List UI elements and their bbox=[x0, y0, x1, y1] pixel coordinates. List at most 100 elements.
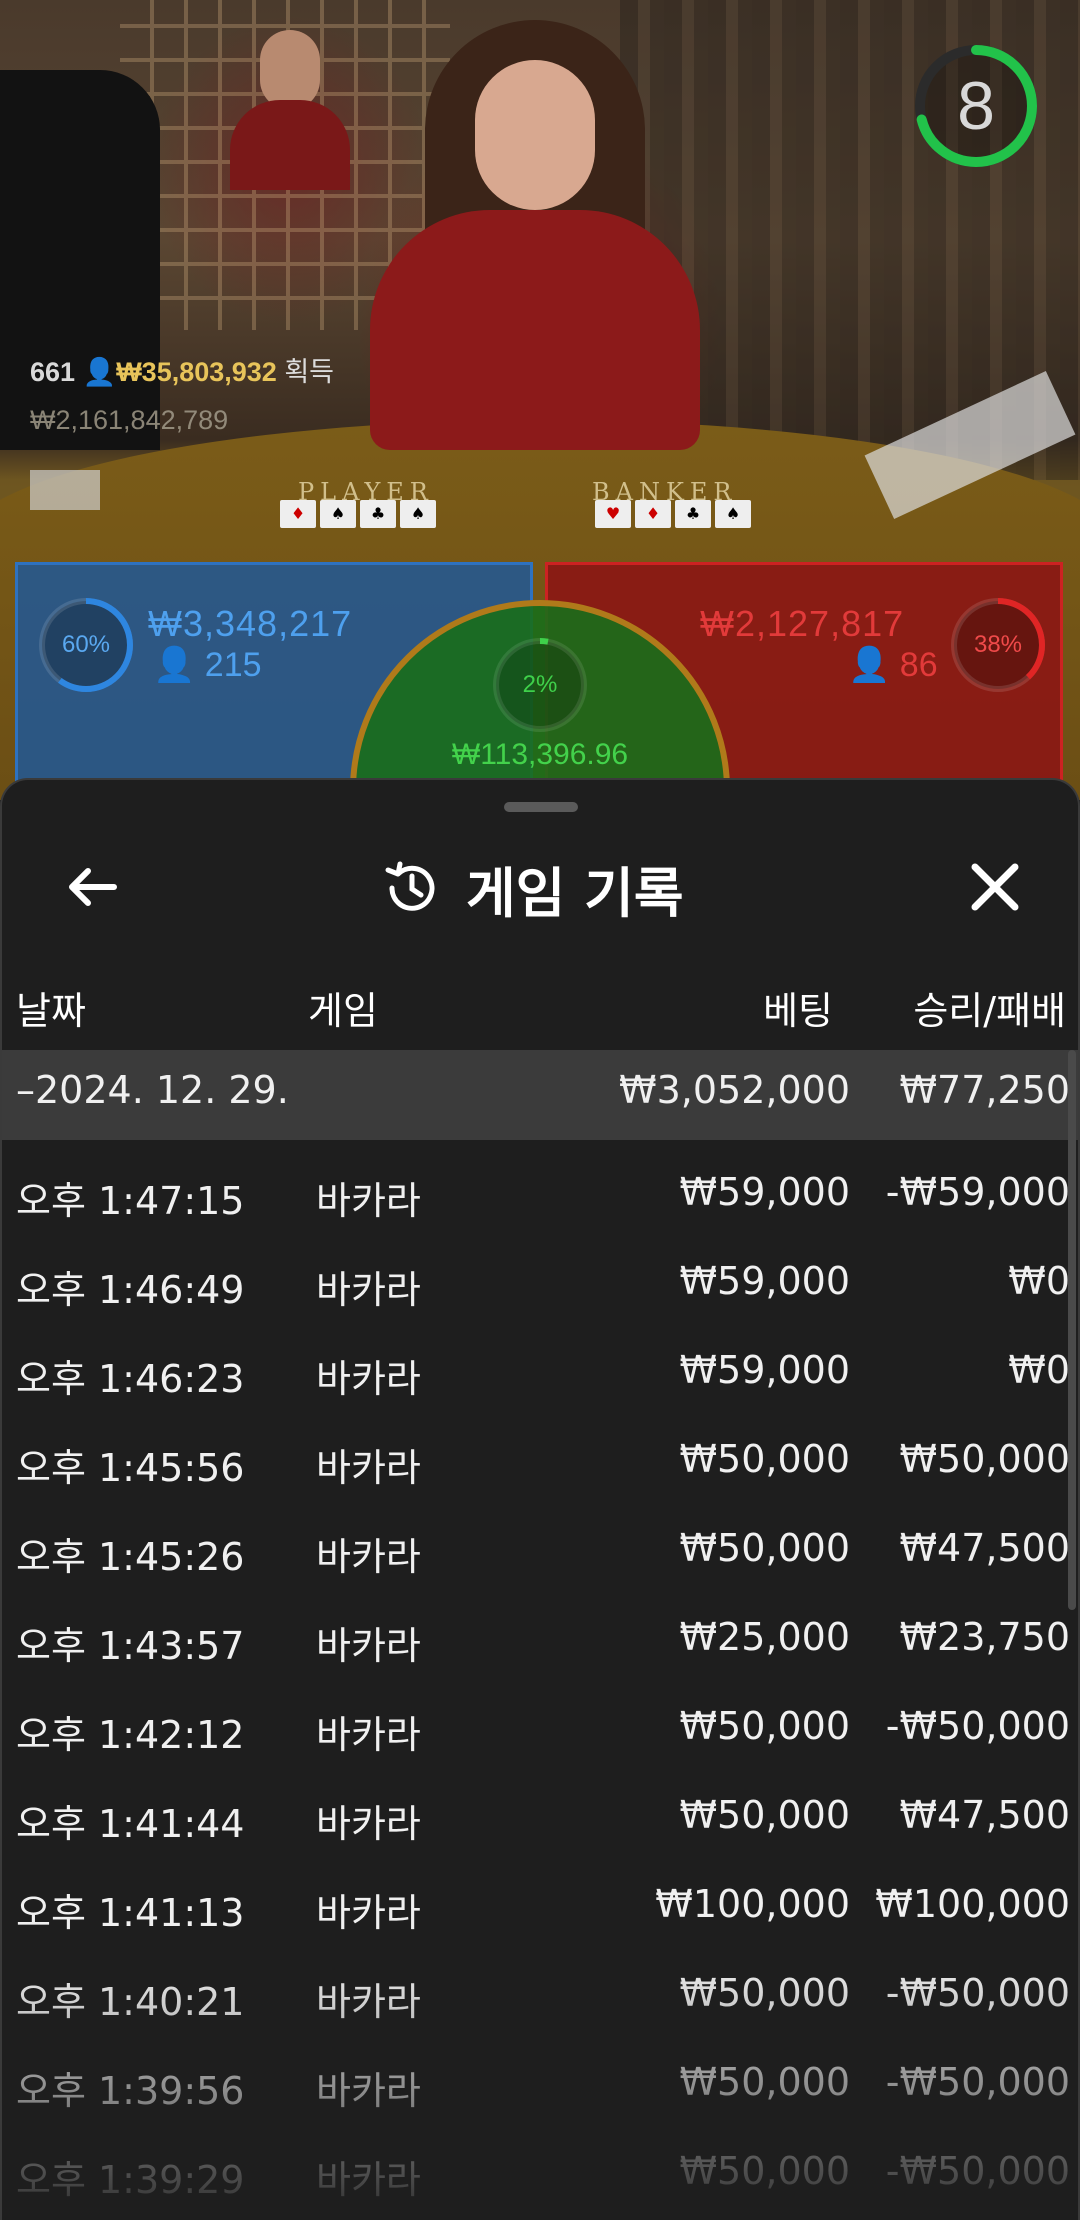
row-result: ₩0 bbox=[1008, 1259, 1070, 1303]
table-row[interactable]: 오후 1:46:23 바카라 ₩59,000 ₩0 bbox=[2, 1328, 1078, 1417]
banker-percent: 38% bbox=[973, 631, 1023, 658]
row-bet: ₩59,000 bbox=[679, 1348, 850, 1392]
playing-card: ♦ bbox=[280, 500, 316, 528]
row-result: -₩50,000 bbox=[885, 2149, 1070, 2193]
sheet-header: 게임 기록 bbox=[382, 848, 684, 928]
player-bettor-count: 👤 215 bbox=[153, 646, 262, 684]
row-time: 오후 1:46:23 bbox=[16, 1357, 245, 1401]
row-time: 오후 1:45:56 bbox=[16, 1446, 245, 1490]
scrollbar[interactable] bbox=[1068, 1050, 1076, 1610]
playing-card: ♣ bbox=[675, 500, 711, 528]
row-time: 오후 1:45:26 bbox=[16, 1535, 245, 1579]
table-row[interactable]: 오후 1:41:44 바카라 ₩50,000 ₩47,500 bbox=[2, 1773, 1078, 1862]
winners-count: 661 bbox=[30, 357, 76, 387]
table-row[interactable]: 오후 1:39:56 바카라 ₩50,000 -₩50,000 bbox=[2, 2040, 1078, 2129]
row-time: 오후 1:41:44 bbox=[16, 1802, 245, 1846]
row-game: 바카라 bbox=[316, 1179, 421, 1223]
player-bet-total: ₩3,348,217 bbox=[148, 603, 353, 644]
row-time: 오후 1:42:12 bbox=[16, 1713, 245, 1757]
row-result: -₩50,000 bbox=[885, 1704, 1070, 1748]
row-time: 오후 1:41:13 bbox=[16, 1891, 245, 1935]
row-game: 바카라 bbox=[316, 1624, 421, 1668]
row-bet: ₩50,000 bbox=[679, 1704, 850, 1748]
row-result: ₩0 bbox=[1008, 1348, 1070, 1392]
background-dealer bbox=[230, 30, 350, 190]
arrow-left-icon bbox=[69, 868, 117, 906]
person-icon: 👤 bbox=[82, 357, 117, 387]
banker-bettor-count: 👤 86 bbox=[848, 646, 938, 684]
row-result: -₩50,000 bbox=[885, 2060, 1070, 2104]
date-group-row[interactable]: –2024. 12. 29. ₩3,052,000 ₩77,250 bbox=[2, 1050, 1078, 1140]
tie-percent: 2% bbox=[522, 671, 558, 698]
row-bet: ₩25,000 bbox=[679, 1615, 850, 1659]
row-time: 오후 1:43:57 bbox=[16, 1624, 245, 1668]
table-row[interactable]: 오후 1:45:56 바카라 ₩50,000 ₩50,000 bbox=[2, 1417, 1078, 1506]
row-time: 오후 1:39:29 bbox=[16, 2158, 245, 2202]
row-bet: ₩50,000 bbox=[679, 2149, 850, 2193]
column-header-date: 날짜 bbox=[16, 989, 86, 1033]
row-bet: ₩100,000 bbox=[655, 1882, 850, 1926]
playing-card: ♣ bbox=[360, 500, 396, 528]
table-row[interactable]: 오후 1:41:13 바카라 ₩100,000 ₩100,000 bbox=[2, 1862, 1078, 1951]
person-icon: 👤 bbox=[848, 646, 891, 684]
row-bet: ₩50,000 bbox=[679, 1971, 850, 2015]
group-bet-total: ₩3,052,000 bbox=[619, 1068, 850, 1112]
winners-amount: ₩35,803,932 bbox=[116, 357, 277, 387]
row-time: 오후 1:47:15 bbox=[16, 1179, 245, 1223]
row-game: 바카라 bbox=[316, 1713, 421, 1757]
row-game: 바카라 bbox=[316, 1268, 421, 1312]
table-row[interactable]: 오후 1:39:29 바카라 ₩50,000 -₩50,000 bbox=[2, 2129, 1078, 2218]
player-cards: ♦ ♠ ♣ ♠ bbox=[280, 500, 436, 530]
row-time: 오후 1:46:49 bbox=[16, 1268, 245, 1312]
group-date: –2024. 12. 29. bbox=[16, 1068, 289, 1112]
row-result: ₩47,500 bbox=[899, 1793, 1070, 1837]
row-game: 바카라 bbox=[316, 2158, 421, 2202]
close-button[interactable] bbox=[960, 852, 1030, 922]
winners-summary: 661 👤₩35,803,932 획득 bbox=[30, 350, 334, 389]
row-result: ₩23,750 bbox=[899, 1615, 1070, 1659]
table-row[interactable]: 오후 1:46:49 바카라 ₩59,000 ₩0 bbox=[2, 1239, 1078, 1328]
playing-card: ♦ bbox=[635, 500, 671, 528]
playing-card: ♠ bbox=[320, 500, 356, 528]
column-header-result: 승리/패배 bbox=[913, 989, 1066, 1033]
row-game: 바카라 bbox=[316, 1891, 421, 1935]
row-bet: ₩50,000 bbox=[679, 1793, 850, 1837]
banker-bet-total: ₩2,127,817 bbox=[700, 603, 905, 644]
table-row[interactable]: 오후 1:40:21 바카라 ₩50,000 -₩50,000 bbox=[2, 1951, 1078, 2040]
row-bet: ₩50,000 bbox=[679, 1437, 850, 1481]
sheet-title: 게임 기록 bbox=[466, 861, 684, 925]
dealer bbox=[370, 20, 700, 450]
game-history-sheet: 게임 기록 날짜 게임 베팅 승리/패배 –2024. 12. 29. ₩3,0… bbox=[0, 778, 1080, 2220]
player-percent: 60% bbox=[61, 631, 111, 658]
table-row[interactable]: 오후 1:47:15 바카라 ₩59,000 -₩59,000 bbox=[2, 1150, 1078, 1239]
row-game: 바카라 bbox=[316, 2069, 421, 2113]
total-bet-amount: ₩2,161,842,789 bbox=[30, 405, 229, 435]
row-bet: ₩59,000 bbox=[679, 1170, 850, 1214]
group-result-total: ₩77,250 bbox=[899, 1068, 1070, 1112]
table-row[interactable]: 오후 1:42:12 바카라 ₩50,000 -₩50,000 bbox=[2, 1684, 1078, 1773]
table-row[interactable]: 오후 1:43:57 바카라 ₩25,000 ₩23,750 bbox=[2, 1595, 1078, 1684]
row-game: 바카라 bbox=[316, 1357, 421, 1401]
row-bet: ₩59,000 bbox=[679, 1259, 850, 1303]
person-icon: 👤 bbox=[153, 646, 196, 684]
winners-suffix: 획득 bbox=[284, 357, 335, 387]
row-game: 바카라 bbox=[316, 1802, 421, 1846]
row-game: 바카라 bbox=[316, 1446, 421, 1490]
row-game: 바카라 bbox=[316, 1535, 421, 1579]
row-bet: ₩50,000 bbox=[679, 1526, 850, 1570]
back-button[interactable] bbox=[57, 852, 127, 922]
playing-card: ♠ bbox=[400, 500, 436, 528]
history-icon bbox=[385, 861, 435, 911]
row-bet: ₩50,000 bbox=[679, 2060, 850, 2104]
sheet-drag-handle[interactable] bbox=[504, 802, 578, 812]
banker-cards: ♥ ♦ ♣ ♠ bbox=[595, 500, 751, 530]
table-row[interactable]: 오후 1:45:26 바카라 ₩50,000 ₩47,500 bbox=[2, 1506, 1078, 1595]
row-time: 오후 1:39:56 bbox=[16, 2069, 245, 2113]
row-result: ₩50,000 bbox=[899, 1437, 1070, 1481]
row-result: -₩50,000 bbox=[885, 1971, 1070, 2015]
row-result: ₩47,500 bbox=[899, 1526, 1070, 1570]
discard-tray bbox=[30, 470, 100, 510]
tie-bet-total: ₩113,396.96 bbox=[451, 738, 629, 771]
column-header-bet: 베팅 bbox=[763, 989, 833, 1033]
column-header-game: 게임 bbox=[308, 989, 378, 1033]
